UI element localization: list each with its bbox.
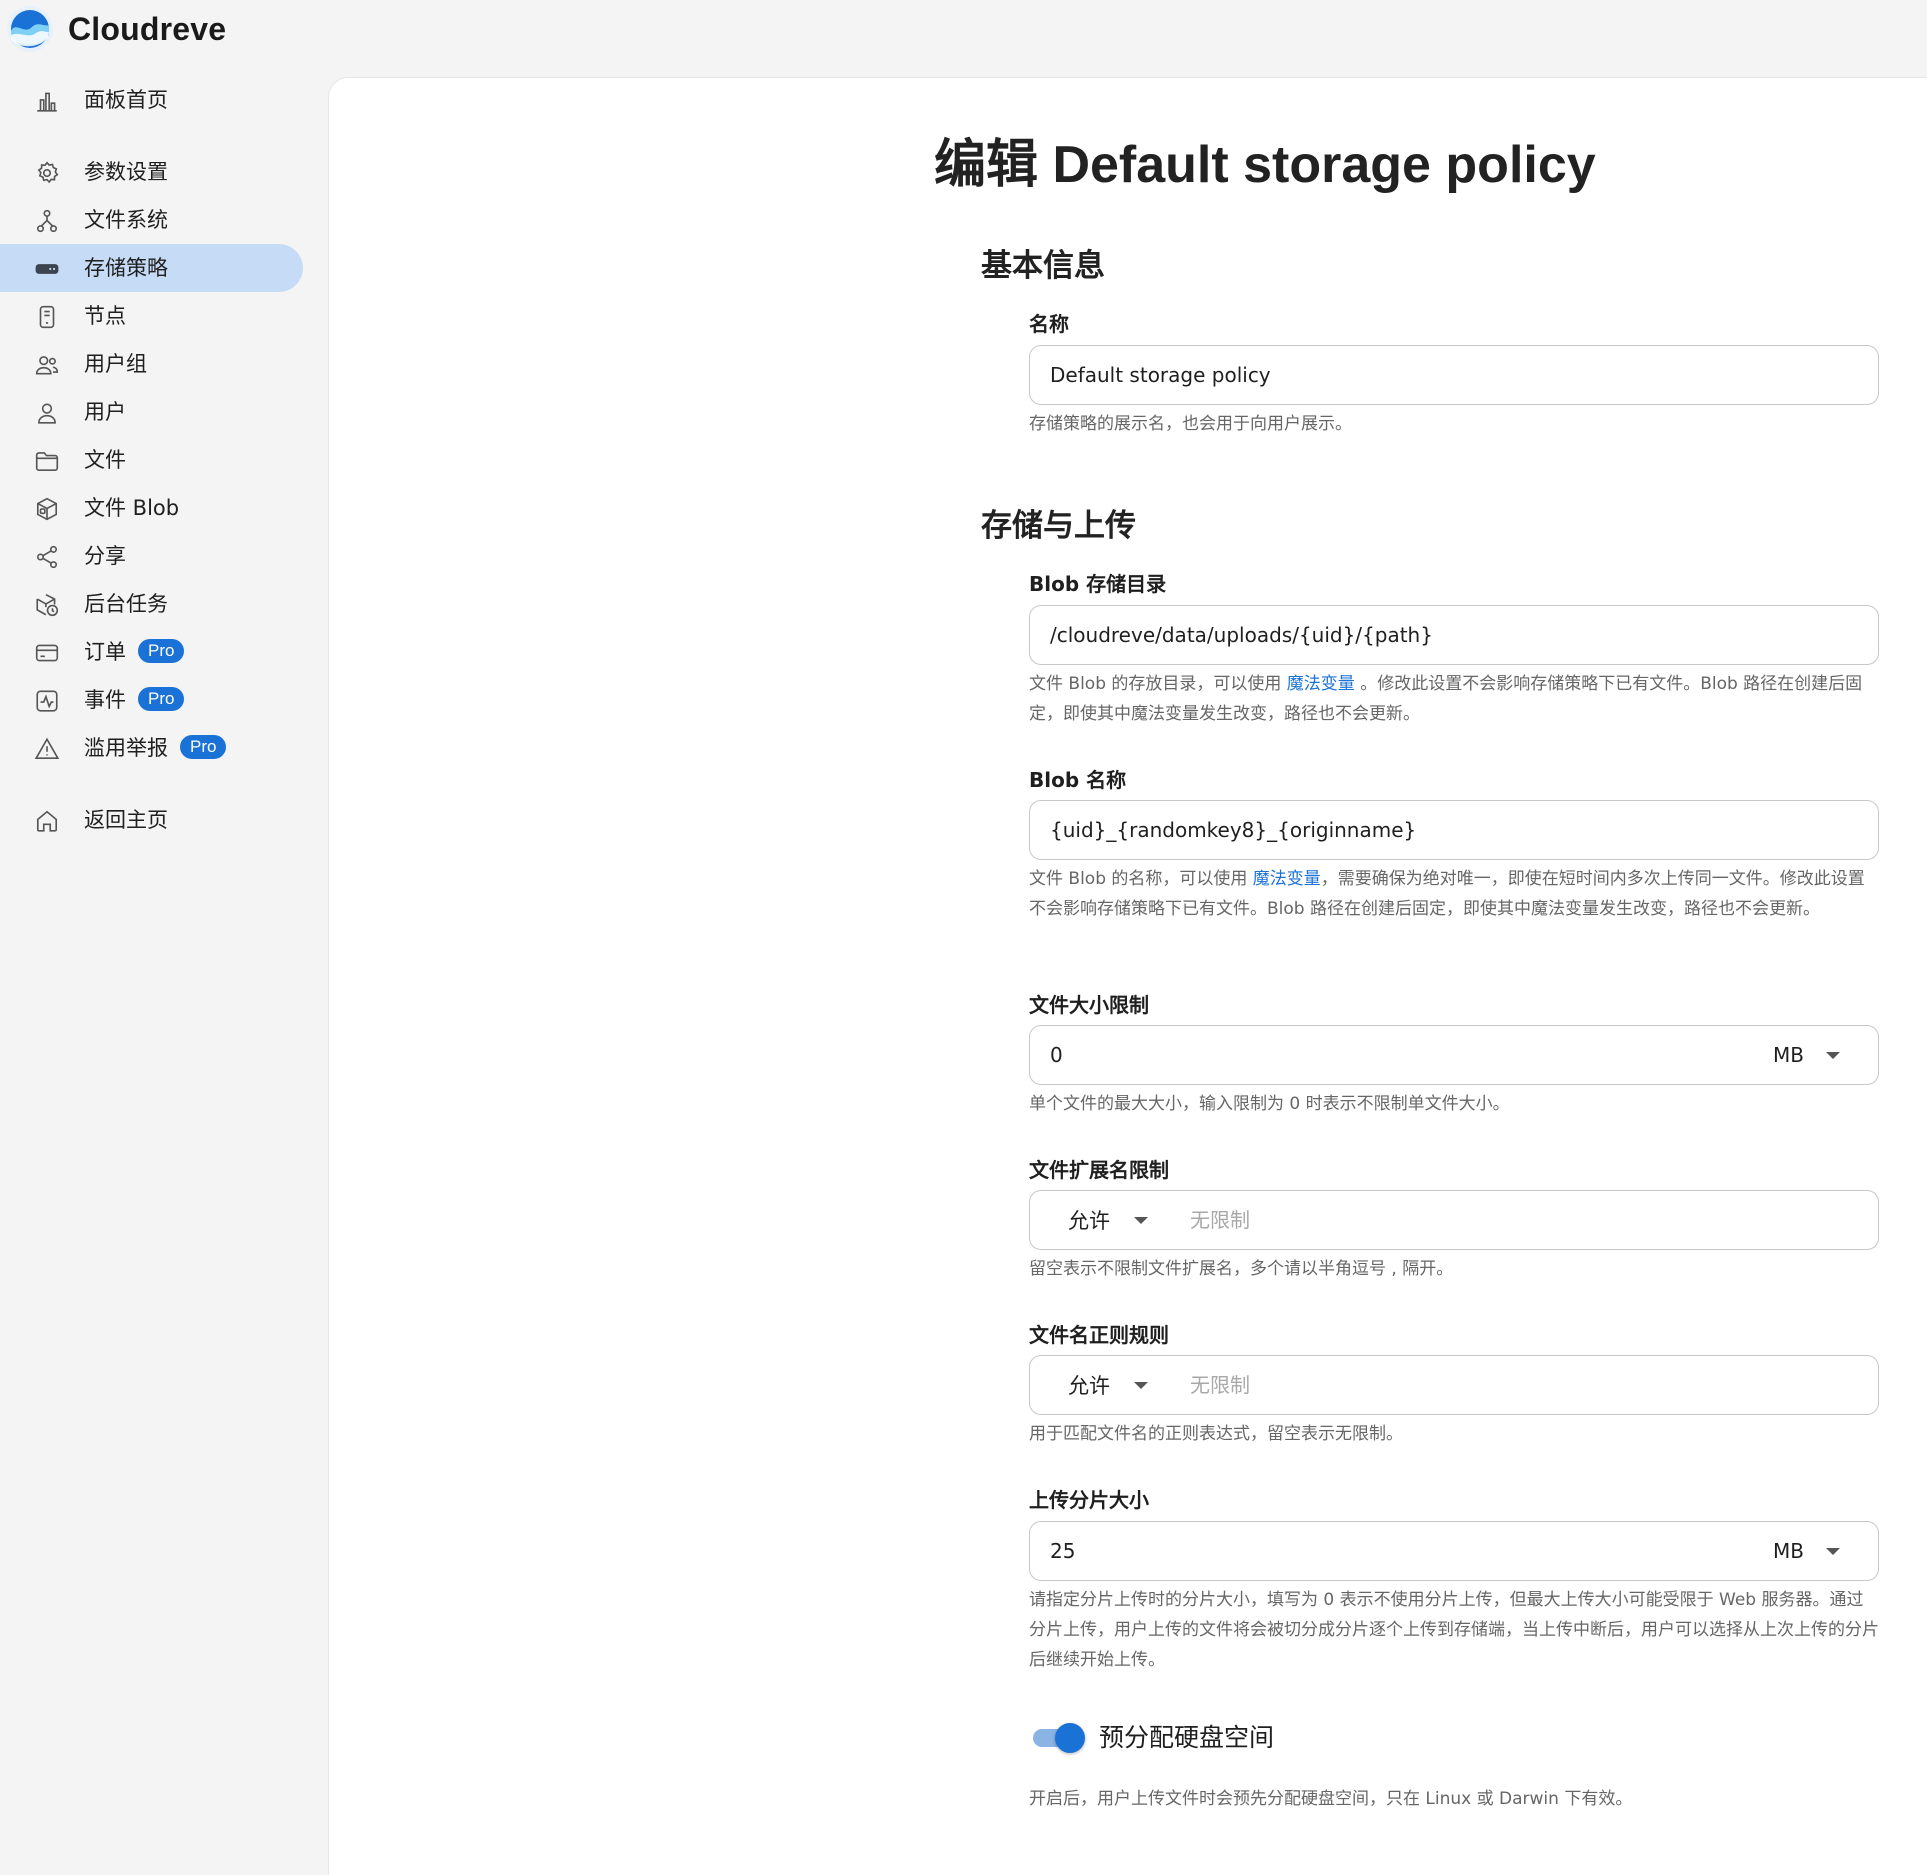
section-title-download: 下载 <box>981 1868 1043 1875</box>
storage-icon <box>34 256 60 282</box>
chevron-down-icon <box>1134 1216 1148 1224</box>
chunk-size-help: 请指定分片上传时的分片大小，填写为 0 表示不使用分片上传，但最大上传大小可能受… <box>1029 1590 1879 1670</box>
ext-limit-input[interactable] <box>1190 1191 1878 1249</box>
regex-mode-select[interactable]: 允许 <box>1030 1356 1190 1414</box>
sidebar-item-label: 参数设置 <box>84 160 168 184</box>
sidebar-item-label: 用户 <box>84 400 126 424</box>
sidebar-item-storage-policy[interactable]: 存储策略 <box>0 244 303 292</box>
blob-name-help: 文件 Blob 的名称，可以使用 魔法变量，需要确保为绝对唯一，即使在短时间内多… <box>1029 869 1865 919</box>
home-icon <box>34 808 60 834</box>
blob-name-field <box>1029 800 1879 860</box>
app-logo[interactable]: Cloudreve <box>6 4 226 54</box>
sidebar-item-background-tasks[interactable]: 后台任务 <box>0 580 303 628</box>
pro-badge: Pro <box>138 687 185 711</box>
page-title: 编辑 Default storage policy <box>934 136 1596 194</box>
sidebar-item-label: 订单 Pro <box>84 628 185 676</box>
blob-icon <box>34 496 60 522</box>
pro-badge: Pro <box>180 735 227 759</box>
sidebar-item-label: 文件 <box>84 448 126 472</box>
warning-icon <box>34 736 60 762</box>
blob-dir-label: Blob 存储目录 <box>1029 572 1167 596</box>
sidebar-item-files[interactable]: 文件 <box>0 436 303 484</box>
chevron-down-icon <box>1134 1381 1148 1389</box>
chunk-size-field: MB <box>1029 1521 1879 1581</box>
blob-name-input[interactable] <box>1030 801 1878 859</box>
regex-input[interactable] <box>1190 1356 1878 1414</box>
chunk-size-input[interactable] <box>1030 1522 1774 1580</box>
sidebar-item-users[interactable]: 用户 <box>0 388 303 436</box>
ext-limit-field: 允许 <box>1029 1190 1879 1250</box>
person-icon <box>34 400 60 426</box>
card-icon <box>34 640 60 666</box>
ext-mode-select[interactable]: 允许 <box>1030 1191 1190 1249</box>
name-help: 存储策略的展示名，也会用于向用户展示。 <box>1029 414 1352 434</box>
name-input[interactable] <box>1030 346 1878 404</box>
cloudreve-logo-icon <box>7 6 53 52</box>
sidebar-item-user-groups[interactable]: 用户组 <box>0 340 303 388</box>
sidebar-item-back-home[interactable]: 返回主页 <box>0 796 303 844</box>
sidebar-item-label: 存储策略 <box>84 256 168 280</box>
chevron-down-icon <box>1826 1051 1840 1059</box>
section-title-storage: 存储与上传 <box>981 508 1136 544</box>
magic-variables-link[interactable]: 魔法变量 <box>1287 674 1355 694</box>
size-limit-input[interactable] <box>1030 1026 1774 1084</box>
task-box-icon <box>34 592 60 618</box>
app-name: Cloudreve <box>68 10 227 47</box>
regex-label: 文件名正则规则 <box>1029 1323 1169 1347</box>
ext-limit-label: 文件扩展名限制 <box>1029 1158 1169 1182</box>
sidebar-item-label: 分享 <box>84 544 126 568</box>
ext-limit-help: 留空表示不限制文件扩展名，多个请以半角逗号 , 隔开。 <box>1029 1259 1454 1279</box>
section-title-basic: 基本信息 <box>981 248 1105 284</box>
sidebar-item-nodes[interactable]: 节点 <box>0 292 303 340</box>
preallocate-help: 开启后，用户上传文件时会预先分配硬盘空间，只在 Linux 或 Darwin 下… <box>1029 1789 1633 1809</box>
sidebar-item-label: 文件系统 <box>84 208 168 232</box>
name-label: 名称 <box>1029 312 1069 336</box>
sidebar-item-settings[interactable]: 参数设置 <box>0 148 303 196</box>
blob-dir-help: 文件 Blob 的存放目录，可以使用 魔法变量 。修改此设置不会影响存储策略下已… <box>1029 674 1863 724</box>
preallocate-toggle[interactable] <box>1029 1720 1087 1756</box>
sidebar-item-file-blob[interactable]: 文件 Blob <box>0 484 303 532</box>
pro-badge: Pro <box>138 639 185 663</box>
sidebar-item-events[interactable]: 事件 Pro <box>0 676 303 724</box>
share-icon <box>34 544 60 570</box>
regex-field: 允许 <box>1029 1355 1879 1415</box>
gear-icon <box>34 160 60 186</box>
size-limit-field: MB <box>1029 1025 1879 1085</box>
sidebar-item-file-system[interactable]: 文件系统 <box>0 196 303 244</box>
sidebar-item-label: 返回主页 <box>84 808 168 832</box>
sidebar-item-label: 滥用举报 Pro <box>84 724 227 772</box>
sidebar-item-label: 事件 Pro <box>84 676 185 724</box>
preallocate-label: 预分配硬盘空间 <box>1099 1723 1275 1752</box>
sidebar-item-label: 面板首页 <box>84 88 168 112</box>
chunk-unit-select[interactable]: MB <box>1773 1522 1878 1580</box>
sidebar-item-label: 用户组 <box>84 352 147 376</box>
blob-name-label: Blob 名称 <box>1029 768 1127 792</box>
sidebar-item-share[interactable]: 分享 <box>0 532 303 580</box>
blob-dir-field <box>1029 605 1879 665</box>
magic-variables-link[interactable]: 魔法变量 <box>1253 869 1321 889</box>
name-field <box>1029 345 1879 405</box>
sidebar-item-label: 节点 <box>84 304 126 328</box>
regex-help: 用于匹配文件名的正则表达式，留空表示无限制。 <box>1029 1424 1403 1444</box>
folder-icon <box>34 448 60 474</box>
size-limit-label: 文件大小限制 <box>1029 993 1149 1017</box>
chunk-size-label: 上传分片大小 <box>1029 1488 1149 1512</box>
sidebar-item-label: 文件 Blob <box>84 496 180 520</box>
server-node-icon <box>34 304 60 330</box>
sidebar-item-abuse-reports[interactable]: 滥用举报 Pro <box>0 724 303 772</box>
size-unit-select[interactable]: MB <box>1773 1026 1878 1084</box>
size-limit-help: 单个文件的最大大小，输入限制为 0 时表示不限制单文件大小。 <box>1029 1094 1510 1114</box>
activity-icon <box>34 688 60 714</box>
blob-dir-input[interactable] <box>1030 606 1878 664</box>
sidebar-item-orders[interactable]: 订单 Pro <box>0 628 303 676</box>
chevron-down-icon <box>1826 1547 1840 1555</box>
sidebar-item-label: 后台任务 <box>84 592 168 616</box>
people-icon <box>34 352 60 378</box>
main-content: 编辑 Default storage policy 基本信息 名称 存储策略的展… <box>328 77 1927 1875</box>
bar-chart-icon <box>34 88 60 114</box>
file-system-icon <box>34 208 60 234</box>
sidebar-item-dashboard[interactable]: 面板首页 <box>0 76 303 124</box>
